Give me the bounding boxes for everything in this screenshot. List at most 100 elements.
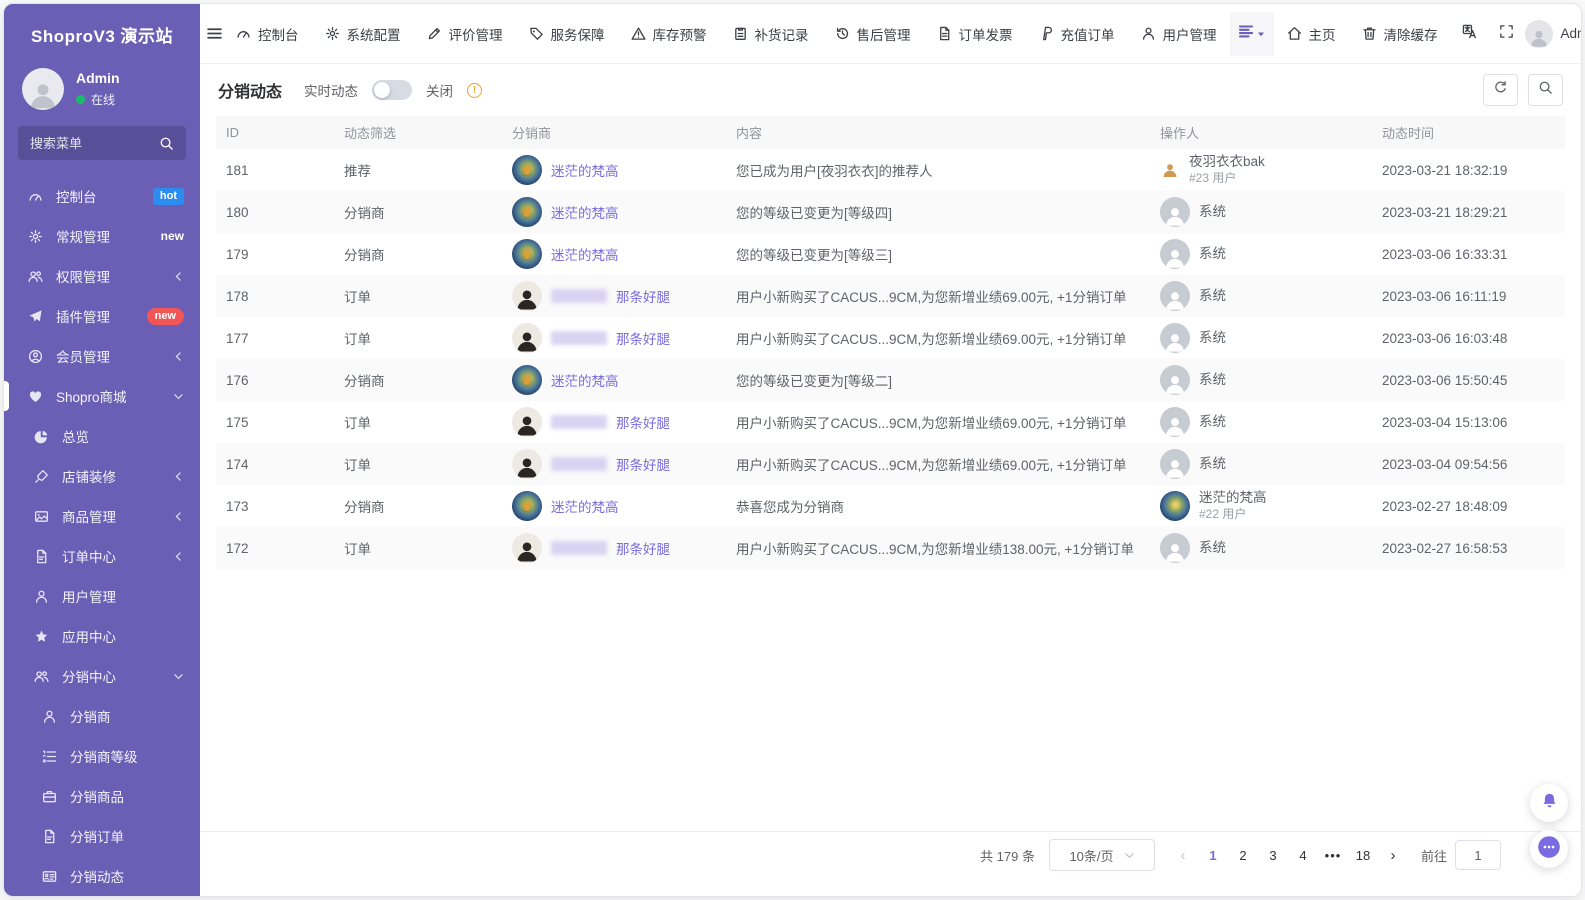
table-row: 178 订单 那条好腿 用户小新购买了CACUS...9CM,为您新增业绩69.… bbox=[216, 275, 1565, 317]
fullscreen-button[interactable] bbox=[1488, 4, 1525, 64]
language-button[interactable] bbox=[1451, 4, 1488, 64]
chat-button[interactable] bbox=[1530, 830, 1568, 868]
notification-bell-button[interactable] bbox=[1530, 784, 1568, 822]
table-body: 181 推荐 迷茫的梵高 您已成为用户[夜羽衣衣]的推荐人 夜羽衣衣bak #2… bbox=[216, 149, 1565, 569]
sidebar-item-3[interactable]: 插件管理 new bbox=[4, 296, 200, 336]
page-button-18[interactable]: 18 bbox=[1349, 841, 1377, 869]
distributor-avatar bbox=[512, 449, 542, 479]
star-icon bbox=[34, 629, 51, 644]
row-content: 您的等级已变更为[等级四] bbox=[736, 206, 893, 221]
distributor-avatar bbox=[512, 491, 542, 521]
list-ol-icon bbox=[42, 749, 59, 764]
operator-avatar bbox=[1160, 449, 1190, 479]
realtime-toggle[interactable] bbox=[372, 80, 413, 100]
search-icon[interactable] bbox=[159, 136, 174, 151]
row-id: 174 bbox=[226, 456, 249, 472]
distributor-avatar bbox=[512, 323, 542, 353]
chevron-down-icon bbox=[173, 671, 184, 682]
sidebar-item-0[interactable]: 控制台 hot bbox=[4, 176, 200, 216]
prev-page-button[interactable]: ‹ bbox=[1169, 841, 1197, 869]
page-button-2[interactable]: 2 bbox=[1229, 841, 1257, 869]
next-page-button[interactable]: › bbox=[1379, 841, 1407, 869]
page-button-3[interactable]: 3 bbox=[1259, 841, 1287, 869]
topbar-item-6[interactable]: 售后管理 bbox=[822, 4, 924, 64]
sidebar-item-6[interactable]: 总览 bbox=[4, 416, 200, 456]
layout-dropdown-button[interactable] bbox=[1229, 11, 1274, 56]
sidebar-item-8[interactable]: 商品管理 bbox=[4, 496, 200, 536]
expand-icon bbox=[1499, 24, 1514, 44]
topbar-item-2[interactable]: 评价管理 bbox=[414, 4, 516, 64]
operator-avatar bbox=[1160, 197, 1190, 227]
sidebar-item-1[interactable]: 常规管理 new bbox=[4, 216, 200, 256]
topbar-item-4[interactable]: 库存预警 bbox=[618, 4, 720, 64]
operator-name: 系统 bbox=[1199, 329, 1226, 345]
distributor-link[interactable]: 迷茫的梵高 bbox=[551, 202, 619, 222]
empty-space bbox=[216, 569, 1565, 831]
paypal-icon bbox=[1039, 26, 1054, 41]
page-ellipsis[interactable]: ••• bbox=[1319, 841, 1347, 869]
tag-icon bbox=[529, 26, 544, 41]
admin-avatar[interactable] bbox=[1524, 19, 1553, 48]
operator-name: 系统 bbox=[1199, 371, 1226, 387]
refresh-button[interactable] bbox=[1483, 74, 1518, 106]
distributor-link[interactable]: 那条好腿 bbox=[616, 328, 670, 348]
hamburger-icon[interactable] bbox=[206, 4, 223, 64]
sidebar-item-13[interactable]: 分销商 bbox=[4, 696, 200, 736]
distributor-link[interactable]: 迷茫的梵高 bbox=[551, 370, 619, 390]
page-size-select[interactable]: 10条/页 bbox=[1048, 839, 1155, 871]
sidebar-item-4[interactable]: 会员管理 bbox=[4, 336, 200, 376]
goto-label: 前往 bbox=[1420, 848, 1447, 864]
sidebar-item-12[interactable]: 分销中心 bbox=[4, 656, 200, 696]
realtime-label: 实时动态 bbox=[304, 84, 359, 99]
admin-name[interactable]: Admin bbox=[1561, 26, 1582, 41]
sidebar-item-5[interactable]: Shopro商城 bbox=[4, 376, 200, 416]
info-icon[interactable]: ! bbox=[467, 82, 483, 98]
topbar-item-7[interactable]: 订单发票 bbox=[924, 4, 1026, 64]
sidebar-item-15[interactable]: 分销商品 bbox=[4, 776, 200, 816]
home-button[interactable]: 主页 bbox=[1274, 4, 1349, 64]
distributor-avatar bbox=[512, 197, 542, 227]
operator-meta: #22 用户 bbox=[1199, 506, 1247, 521]
sidebar-item-11[interactable]: 应用中心 bbox=[4, 616, 200, 656]
dynamics-table: ID 动态筛选 分销商 内容 操作人 动态时间 181 推荐 迷茫的梵高 您已成为用户[夜… bbox=[216, 116, 1565, 569]
topbar-item-1[interactable]: 系统配置 bbox=[312, 4, 414, 64]
row-type: 订单 bbox=[344, 290, 371, 305]
heart-shop-icon bbox=[28, 389, 45, 404]
gauge-icon bbox=[236, 26, 251, 41]
goto-page-input[interactable] bbox=[1455, 840, 1501, 870]
sidebar-item-9[interactable]: 订单中心 bbox=[4, 536, 200, 576]
distributor-link[interactable]: 迷茫的梵高 bbox=[551, 160, 619, 180]
sidebar-item-2[interactable]: 权限管理 bbox=[4, 256, 200, 296]
distributor-link[interactable]: 那条好腿 bbox=[616, 538, 670, 558]
page-button-4[interactable]: 4 bbox=[1289, 841, 1317, 869]
topbar-item-0[interactable]: 控制台 bbox=[223, 4, 312, 64]
sidebar-item-10[interactable]: 用户管理 bbox=[4, 576, 200, 616]
distributor-link[interactable]: 那条好腿 bbox=[616, 286, 670, 306]
row-id: 180 bbox=[226, 204, 249, 220]
sidebar-item-17[interactable]: 分销动态 bbox=[4, 856, 200, 896]
topbar-nav: 控制台 系统配置 评价管理 服务保障 库存预警 补货记录 售后管理 订单发票 充… bbox=[223, 4, 1230, 64]
users-icon bbox=[28, 269, 45, 284]
sidebar-item-16[interactable]: 分销订单 bbox=[4, 816, 200, 856]
clear-cache-button[interactable]: 清除缓存 bbox=[1349, 4, 1451, 64]
topbar-item-3[interactable]: 服务保障 bbox=[516, 4, 618, 64]
distributor-link[interactable]: 那条好腿 bbox=[616, 412, 670, 432]
chat-icon bbox=[1537, 835, 1561, 864]
row-id: 181 bbox=[226, 162, 249, 178]
page-button-1[interactable]: 1 bbox=[1199, 841, 1227, 869]
sidebar-search-input[interactable] bbox=[30, 135, 151, 151]
history-icon bbox=[835, 26, 850, 41]
user-block[interactable]: Admin 在线 bbox=[4, 64, 200, 124]
topbar-item-5[interactable]: 补货记录 bbox=[720, 4, 822, 64]
distributor-link[interactable]: 迷茫的梵高 bbox=[551, 244, 619, 264]
table-search-button[interactable] bbox=[1528, 74, 1563, 106]
distributor-link[interactable]: 迷茫的梵高 bbox=[551, 496, 619, 516]
sidebar-item-7[interactable]: 店铺装修 bbox=[4, 456, 200, 496]
sidebar-item-14[interactable]: 分销商等级 bbox=[4, 736, 200, 776]
topbar-item-9[interactable]: 用户管理 bbox=[1128, 4, 1230, 64]
row-time: 2023-03-06 16:33:31 bbox=[1382, 246, 1508, 262]
file-icon bbox=[34, 549, 51, 564]
row-content: 用户小新购买了CACUS...9CM,为您新增业绩69.00元, +1分销订单 bbox=[736, 290, 1127, 305]
distributor-link[interactable]: 那条好腿 bbox=[616, 454, 670, 474]
topbar-item-8[interactable]: 充值订单 bbox=[1026, 4, 1128, 64]
